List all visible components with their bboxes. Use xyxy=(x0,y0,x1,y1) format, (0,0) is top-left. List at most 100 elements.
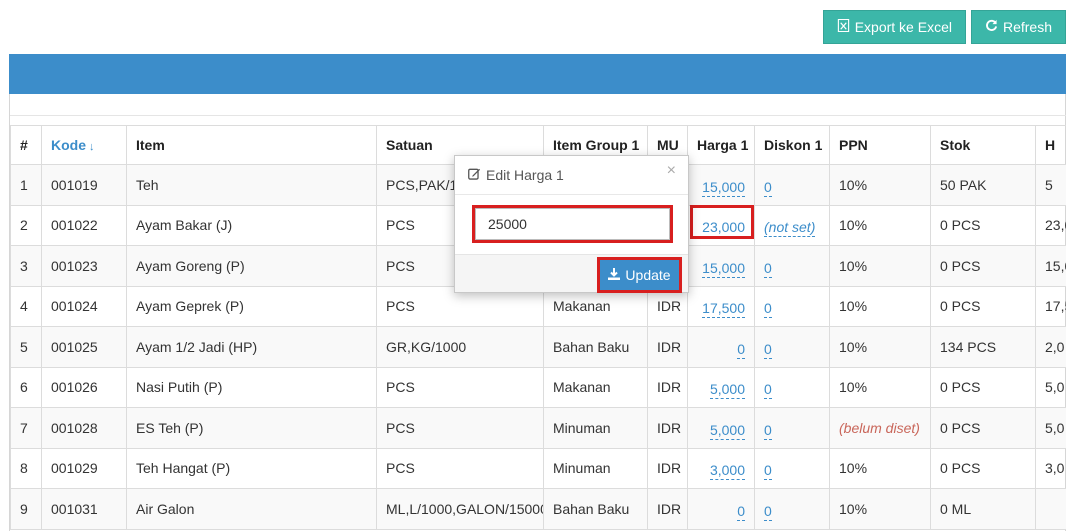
col-header-item[interactable]: Item xyxy=(126,125,377,165)
col-header-stok[interactable]: Stok xyxy=(930,125,1036,165)
cell-kode: 001025 xyxy=(41,326,127,368)
export-excel-label: Export ke Excel xyxy=(854,19,952,35)
cell-item: Nasi Putih (P) xyxy=(126,366,377,408)
col-header-kode-label: Kode xyxy=(51,137,86,153)
cell-harga[interactable]: 23,000 xyxy=(687,204,755,246)
cell-ppn: 10% xyxy=(829,326,931,368)
editable-harga[interactable]: 3,000 xyxy=(709,462,745,481)
editable-diskon[interactable]: 0 xyxy=(764,300,772,319)
cell-diskon[interactable]: 0 xyxy=(754,488,830,530)
editable-diskon[interactable]: 0 xyxy=(764,422,772,440)
cell-stok: 0 PCS xyxy=(930,366,1036,408)
col-header-ppn[interactable]: PPN xyxy=(829,125,931,165)
cell-item: Ayam Goreng (P) xyxy=(126,245,377,287)
cell-diskon[interactable]: 0 xyxy=(754,407,830,449)
cell-h: 5,0 xyxy=(1035,407,1066,449)
file-excel-icon xyxy=(837,18,850,35)
editable-diskon[interactable]: 0 xyxy=(764,503,772,521)
col-header-kode[interactable]: Kode ↓ xyxy=(41,125,127,165)
cell-diskon[interactable]: 0 xyxy=(754,366,830,408)
cell-no: 8 xyxy=(10,447,42,489)
cell-ppn: 10% xyxy=(829,164,931,206)
editable-harga[interactable]: 5,000 xyxy=(709,422,745,440)
editable-harga[interactable]: 15,000 xyxy=(702,260,745,278)
cell-ppn: 10% xyxy=(829,488,931,530)
update-button-highlight: Update xyxy=(597,257,682,293)
close-icon[interactable]: × xyxy=(667,162,676,180)
cell-mu: IDR xyxy=(647,447,688,489)
harga-input-highlight xyxy=(472,205,673,243)
editable-diskon[interactable]: 0 xyxy=(764,381,772,400)
cell-no: 2 xyxy=(10,204,42,246)
cell-item-group: Makanan xyxy=(543,366,648,408)
cell-diskon[interactable]: 0 xyxy=(754,326,830,368)
cell-stok: 50 PAK xyxy=(930,164,1036,206)
cell-ppn: 10% xyxy=(829,285,931,327)
cell-harga[interactable]: 5,000 xyxy=(687,366,755,408)
editable-diskon[interactable]: 0 xyxy=(764,179,772,197)
update-button[interactable]: Update xyxy=(600,260,679,290)
cell-kode: 001026 xyxy=(41,366,127,408)
harga-input[interactable] xyxy=(475,208,670,240)
cell-no: 1 xyxy=(10,164,42,206)
editable-harga[interactable]: 0 xyxy=(737,503,745,521)
edit-harga-popover: Edit Harga 1 × Update xyxy=(454,155,689,293)
cell-stok: 0 PCS xyxy=(930,245,1036,287)
cell-kode: 001023 xyxy=(41,245,127,287)
editable-harga[interactable]: 5,000 xyxy=(709,381,745,400)
cell-diskon[interactable]: 0 xyxy=(754,245,830,287)
cell-satuan: PCS xyxy=(376,366,544,408)
table-row: 8 001029 Teh Hangat (P) PCS Minuman IDR 3,000 0… xyxy=(10,447,1066,489)
edit-icon xyxy=(468,167,481,183)
cell-satuan: PCS xyxy=(376,407,544,449)
cell-diskon[interactable]: 0 xyxy=(754,164,830,206)
editable-harga[interactable]: 23,000 xyxy=(702,219,745,238)
table-row: 7 001028 ES Teh (P) PCS Minuman IDR 5,000 0 (bel… xyxy=(10,407,1066,449)
panel-header xyxy=(9,54,1066,94)
col-header-h[interactable]: H xyxy=(1035,125,1066,165)
cell-h: 17,5 xyxy=(1035,285,1066,327)
cell-item: Teh xyxy=(126,164,377,206)
refresh-label: Refresh xyxy=(1002,19,1052,35)
cell-item: Ayam Bakar (J) xyxy=(126,204,377,246)
cell-item-group: Minuman xyxy=(543,447,648,489)
cell-diskon[interactable]: 0 xyxy=(754,447,830,489)
cell-kode: 001031 xyxy=(41,488,127,530)
cell-harga[interactable]: 15,000 xyxy=(687,164,755,206)
cell-item: Teh Hangat (P) xyxy=(126,447,377,489)
refresh-button[interactable]: Refresh xyxy=(970,10,1066,44)
cell-diskon[interactable]: (not set) xyxy=(754,204,830,246)
cell-no: 7 xyxy=(10,407,42,449)
col-header-harga[interactable]: Harga 1 xyxy=(687,125,755,165)
cell-kode: 001029 xyxy=(41,447,127,489)
editable-diskon[interactable]: (not set) xyxy=(764,219,816,238)
popover-title: Edit Harga 1 xyxy=(455,156,688,194)
cell-harga[interactable]: 5,000 xyxy=(687,407,755,449)
cell-stok: 0 PCS xyxy=(930,285,1036,327)
cell-h: 5,0 xyxy=(1035,366,1066,408)
cell-h: 5 xyxy=(1035,164,1066,206)
cell-harga[interactable]: 0 xyxy=(687,488,755,530)
cell-kode: 001019 xyxy=(41,164,127,206)
export-excel-button[interactable]: Export ke Excel xyxy=(822,10,966,44)
cell-harga[interactable]: 17,500 xyxy=(687,285,755,327)
table-row: 6 001026 Nasi Putih (P) PCS Makanan IDR 5,000 0… xyxy=(10,366,1066,408)
editable-diskon[interactable]: 0 xyxy=(764,341,772,359)
cell-kode: 001022 xyxy=(41,204,127,246)
editable-harga[interactable]: 17,500 xyxy=(702,300,745,319)
cell-h: 2,0 xyxy=(1035,326,1066,368)
cell-harga[interactable]: 15,000 xyxy=(687,245,755,287)
col-header-diskon[interactable]: Diskon 1 xyxy=(754,125,830,165)
cell-harga[interactable]: 0 xyxy=(687,326,755,368)
editable-harga[interactable]: 15,000 xyxy=(702,179,745,197)
cell-diskon[interactable]: 0 xyxy=(754,285,830,327)
editable-diskon[interactable]: 0 xyxy=(764,260,772,278)
cell-h: 23,0 xyxy=(1035,204,1066,246)
cell-stok: 0 PCS xyxy=(930,407,1036,449)
editable-diskon[interactable]: 0 xyxy=(764,462,772,481)
cell-kode: 001028 xyxy=(41,407,127,449)
cell-no: 6 xyxy=(10,366,42,408)
cell-harga[interactable]: 3,000 xyxy=(687,447,755,489)
cell-stok: 0 ML xyxy=(930,488,1036,530)
editable-harga[interactable]: 0 xyxy=(737,341,745,359)
